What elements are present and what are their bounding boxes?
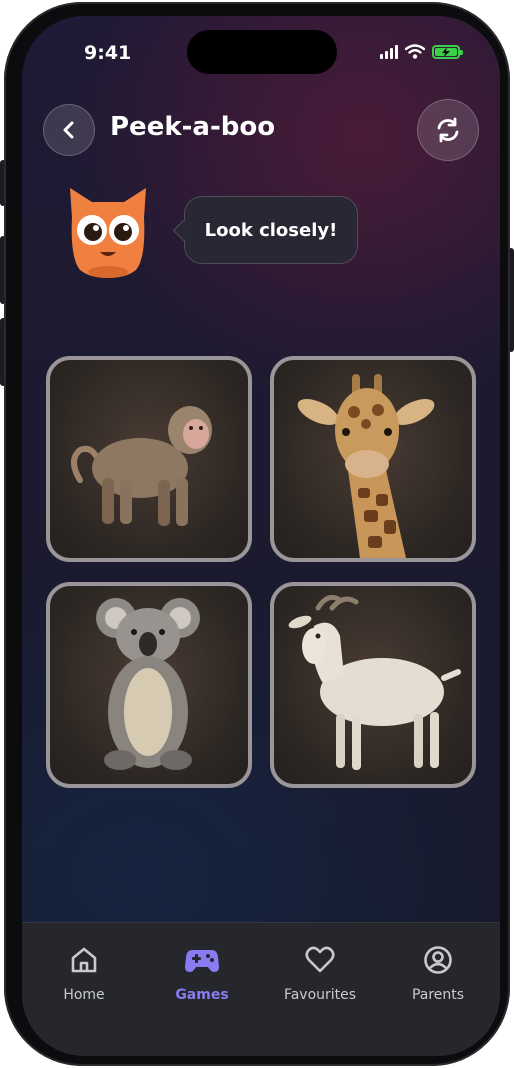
cellular-signal-icon	[380, 44, 398, 59]
chevron-left-icon	[63, 121, 74, 139]
goat-photo	[288, 594, 461, 770]
tab-favourites-label: Favourites	[283, 987, 357, 1003]
heart-icon	[305, 946, 335, 973]
animal-card-giraffe[interactable]	[270, 356, 476, 562]
bottom-tab-bar: Home Games Favourites Parents	[22, 922, 500, 1056]
animal-card-monkey[interactable]	[46, 356, 252, 562]
app-screen: 9:41 Peek-a-boo Look closely! Home Games…	[22, 16, 500, 1056]
tab-parents-label: Parents	[411, 987, 465, 1003]
home-icon	[71, 947, 97, 973]
refresh-button[interactable]	[417, 99, 479, 161]
monkey-photo	[71, 406, 212, 526]
gamepad-icon	[185, 950, 219, 972]
dynamic-island	[187, 30, 337, 74]
speech-bubble: Look closely!	[184, 196, 358, 264]
koala-photo	[96, 598, 200, 770]
tab-home[interactable]: Home	[34, 943, 134, 1003]
tab-favourites[interactable]: Favourites	[270, 943, 370, 1003]
wifi-icon	[405, 44, 425, 59]
user-circle-icon	[424, 946, 452, 974]
status-time: 9:41	[84, 42, 132, 64]
tab-parents[interactable]: Parents	[388, 943, 488, 1003]
animal-card-goat[interactable]	[270, 582, 476, 788]
status-icons	[380, 44, 463, 59]
refresh-icon	[437, 117, 459, 143]
giraffe-photo	[297, 374, 435, 558]
owl-mascot-icon	[70, 188, 146, 278]
tab-games[interactable]: Games	[152, 943, 252, 1003]
phone-frame: 9:41 Peek-a-boo Look closely! Home Games…	[4, 2, 510, 1066]
back-button[interactable]	[43, 104, 95, 156]
tab-home-label: Home	[63, 987, 105, 1003]
tab-games-label: Games	[175, 987, 229, 1003]
battery-icon	[432, 44, 463, 59]
page-title: Peek-a-boo	[110, 112, 276, 142]
animal-card-koala[interactable]	[46, 582, 252, 788]
